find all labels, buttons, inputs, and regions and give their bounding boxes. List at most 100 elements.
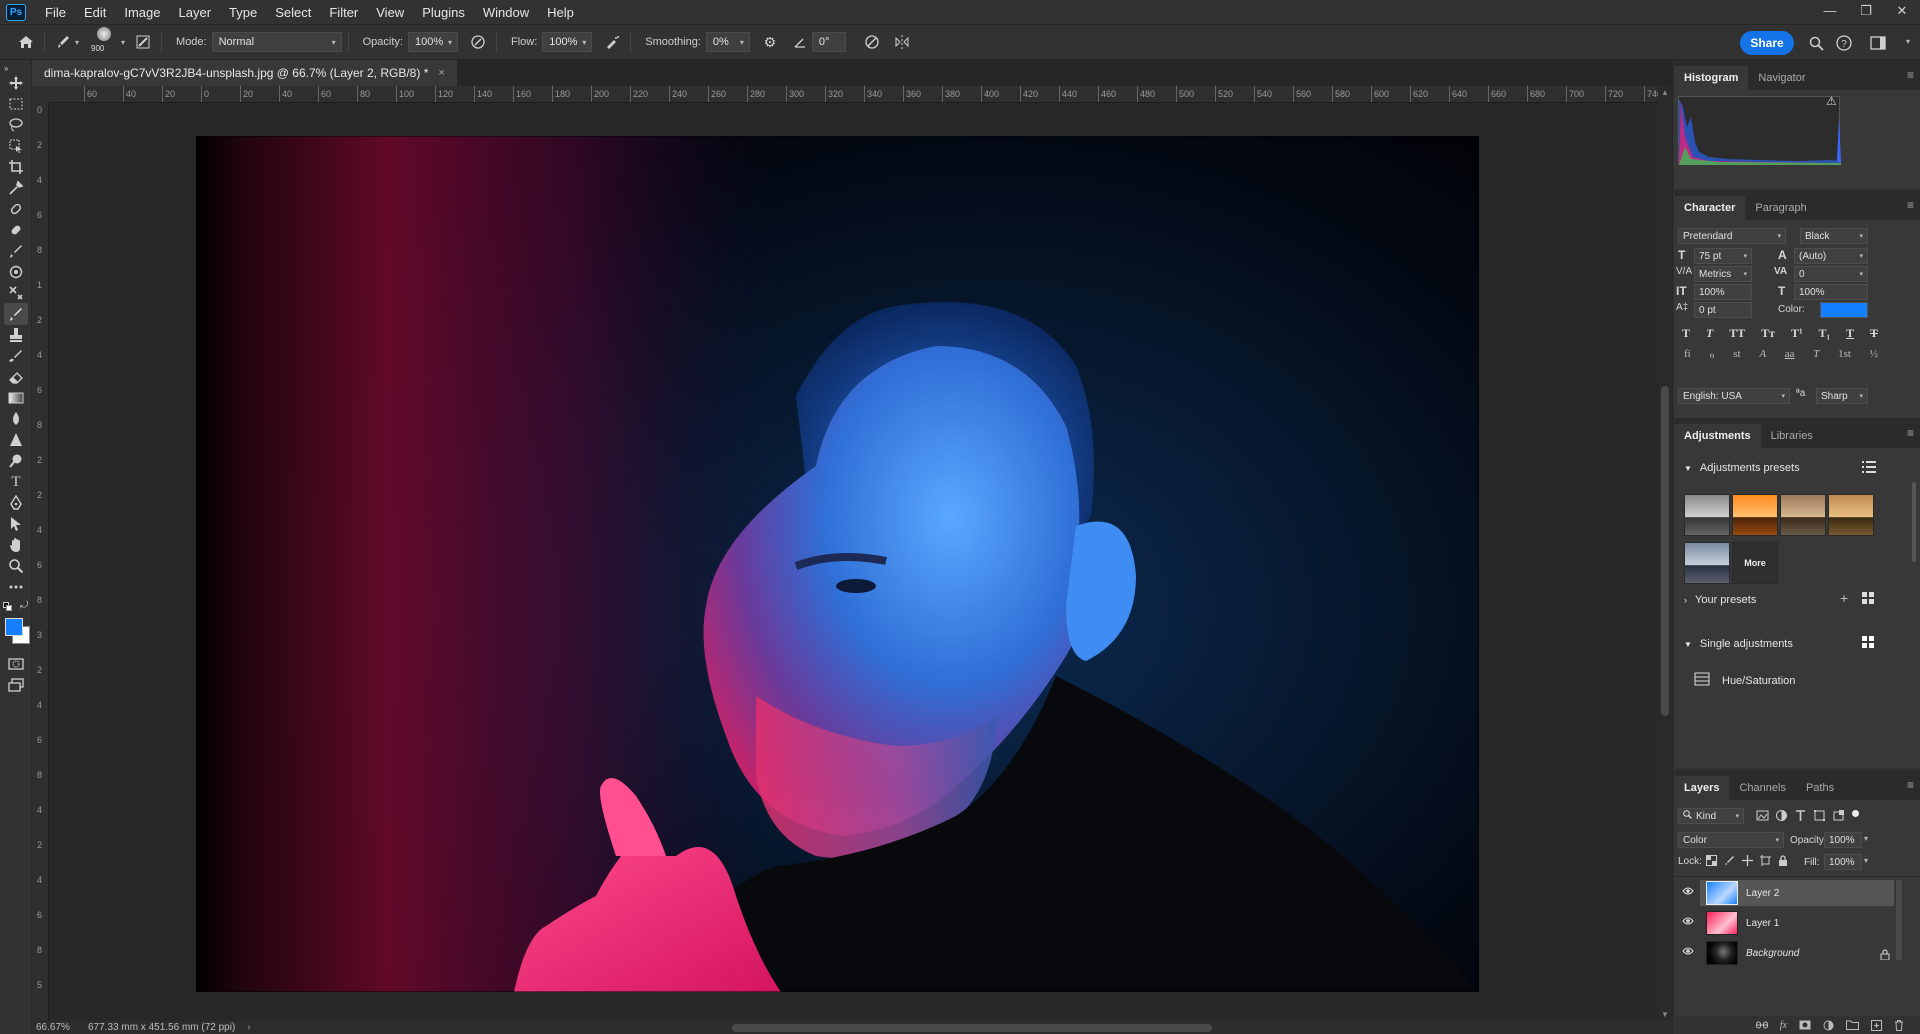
foreground-color-swatch[interactable] [5, 618, 23, 636]
faux-bold-button[interactable]: T [1682, 326, 1690, 341]
tab-adjustments[interactable]: Adjustments [1674, 424, 1761, 448]
shape-filter-icon[interactable] [1813, 809, 1826, 822]
underline-button[interactable]: T [1846, 326, 1854, 341]
lock-all-icon[interactable] [1778, 855, 1788, 866]
preset-thumbnail-cool[interactable] [1684, 542, 1730, 584]
menu-select[interactable]: Select [266, 5, 320, 20]
brush-tool-small-icon[interactable] [4, 240, 28, 262]
layer-row-layer-2[interactable]: Layer 2 [1674, 878, 1920, 908]
preset-thumbnail-vintage[interactable] [1780, 494, 1826, 536]
dodge-tool-icon[interactable] [4, 450, 28, 472]
search-icon[interactable] [1804, 31, 1828, 55]
close-window-button[interactable]: ✕ [1884, 0, 1920, 24]
minimize-button[interactable]: — [1812, 0, 1848, 24]
brush-settings-panel-icon[interactable] [131, 30, 155, 54]
opacity-input[interactable]: 100% ▾ [407, 32, 458, 52]
hue-saturation-item[interactable]: Hue/Saturation [1694, 672, 1795, 689]
close-icon[interactable]: × [438, 67, 444, 79]
strikethrough-button[interactable]: T [1870, 326, 1878, 341]
art-history-brush-icon[interactable] [4, 345, 28, 367]
group-icon[interactable] [1846, 1020, 1859, 1030]
document-tab[interactable]: dima-kapralov-gC7vV3R2JB4-unsplash.jpg @… [32, 60, 457, 86]
antialias-dropdown[interactable]: Sharp ▾ [1816, 388, 1868, 404]
share-button[interactable]: Share [1740, 31, 1794, 55]
adjustment-icon[interactable] [1823, 1020, 1834, 1031]
kerning-dropdown[interactable]: Metrics ▾ [1694, 266, 1752, 282]
stylistic-alternates-button[interactable]: aa [1785, 348, 1795, 361]
tab-paths[interactable]: Paths [1796, 776, 1844, 800]
mask-icon[interactable] [1799, 1020, 1811, 1030]
restore-button[interactable]: ❐ [1848, 0, 1884, 24]
ruler-left[interactable]: 0 2 4 6 8 1 2 4 6 8 2 2 4 6 8 3 2 4 6 8 4 2 4 6 8 5 [32, 103, 49, 1021]
menu-file[interactable]: File [36, 5, 75, 20]
status-arrow-icon[interactable]: › [247, 1022, 250, 1033]
list-view-icon[interactable] [1862, 460, 1876, 479]
lasso-tool-icon[interactable] [4, 114, 28, 136]
font-size-input[interactable]: 75 pt ▾ [1694, 248, 1752, 264]
layers-scrollbar[interactable] [1896, 880, 1902, 960]
vertical-scale-input[interactable]: 100% [1694, 284, 1752, 300]
eraser-tool-icon[interactable] [4, 366, 28, 388]
canvas-area[interactable] [49, 103, 1658, 1021]
gear-icon[interactable]: ⚙ [758, 30, 782, 54]
visibility-eye-icon[interactable] [1682, 886, 1694, 899]
tab-layers[interactable]: Layers [1674, 776, 1730, 800]
menu-filter[interactable]: Filter [320, 5, 367, 20]
grid-view-icon[interactable] [1862, 636, 1875, 654]
healing-brush-tool-icon[interactable] [4, 219, 28, 241]
more-tools-icon[interactable] [4, 576, 28, 598]
pressure-opacity-icon[interactable] [466, 30, 490, 54]
tab-paragraph[interactable]: Paragraph [1745, 196, 1816, 220]
font-style-dropdown[interactable]: Black ▾ [1800, 228, 1868, 244]
lock-position-icon[interactable] [1742, 855, 1753, 866]
tab-navigator[interactable]: Navigator [1748, 66, 1815, 90]
swash-button[interactable]: A [1759, 348, 1766, 361]
spot-healing-tool-icon[interactable] [4, 198, 28, 220]
crop-tool-icon[interactable] [4, 156, 28, 178]
menu-type[interactable]: Type [220, 5, 266, 20]
type-tool-icon[interactable]: T [4, 471, 28, 493]
all-caps-button[interactable]: TT [1729, 326, 1745, 341]
link-icon[interactable] [1755, 1020, 1768, 1030]
faux-italic-button[interactable]: T [1706, 326, 1713, 341]
chevron-down-icon[interactable]: ▾ [75, 38, 79, 47]
ordinals-button[interactable]: 1st [1838, 348, 1851, 361]
pixel-filter-icon[interactable] [1756, 809, 1769, 822]
superscript-button[interactable]: T¹ [1791, 326, 1803, 341]
grid-view-icon[interactable] [1862, 592, 1875, 610]
discretionary-ligatures-button[interactable]: st [1733, 348, 1740, 361]
eyedropper-tool-icon[interactable] [4, 177, 28, 199]
marquee-tool-icon[interactable] [4, 93, 28, 115]
horizontal-scale-input[interactable]: 100% [1794, 284, 1868, 300]
adjustments-scrollbar[interactable] [1912, 482, 1916, 562]
vertical-scroll-thumb[interactable] [1661, 386, 1669, 716]
screen-mode-icon[interactable] [4, 674, 28, 696]
blend-mode-dropdown[interactable]: Normal ▾ [211, 32, 342, 52]
workspace-icon[interactable] [1866, 31, 1890, 55]
new-layer-icon[interactable] [1871, 1019, 1882, 1031]
single-adjustments-header[interactable]: ▼ Single adjustments [1684, 638, 1793, 650]
pressure-size-icon[interactable] [860, 30, 884, 54]
lock-artboard-icon[interactable] [1760, 855, 1771, 866]
layer-name[interactable]: Layer 1 [1746, 918, 1779, 929]
text-color-swatch[interactable] [1820, 302, 1868, 318]
smart-object-filter-icon[interactable] [1832, 809, 1845, 822]
default-colors-icon[interactable] [3, 602, 12, 611]
contextual-alternates-button[interactable]: ℴ [1709, 348, 1714, 361]
layer-filter-kind-dropdown[interactable]: Kind ▾ [1678, 808, 1744, 824]
layer-name[interactable]: Background [1746, 948, 1799, 959]
panel-menu-icon[interactable]: ≡ [1907, 198, 1914, 212]
visibility-eye-icon[interactable] [1682, 946, 1694, 959]
chevron-down-icon[interactable]: ▾ [1864, 856, 1868, 865]
tab-character[interactable]: Character [1674, 196, 1746, 220]
horizontal-scroll-thumb[interactable] [732, 1024, 1212, 1032]
blur-tool-icon[interactable] [4, 408, 28, 430]
history-brush-tool-icon[interactable] [4, 282, 28, 304]
move-tool-icon[interactable] [4, 72, 28, 94]
brush-tool-preset-icon[interactable] [51, 30, 75, 54]
type-filter-icon[interactable] [1794, 809, 1807, 822]
document-size[interactable]: 677.33 mm x 451.56 mm (72 ppi) [88, 1022, 235, 1033]
vertical-scrollbar[interactable]: ▲ ▼ [1658, 86, 1672, 1021]
ruler-top[interactable]: 60 40 20 0 20 40 60 80 100 120 140 160 180 200 220 240 2… [49, 86, 1672, 103]
sharpen-tool-icon[interactable] [4, 429, 28, 451]
